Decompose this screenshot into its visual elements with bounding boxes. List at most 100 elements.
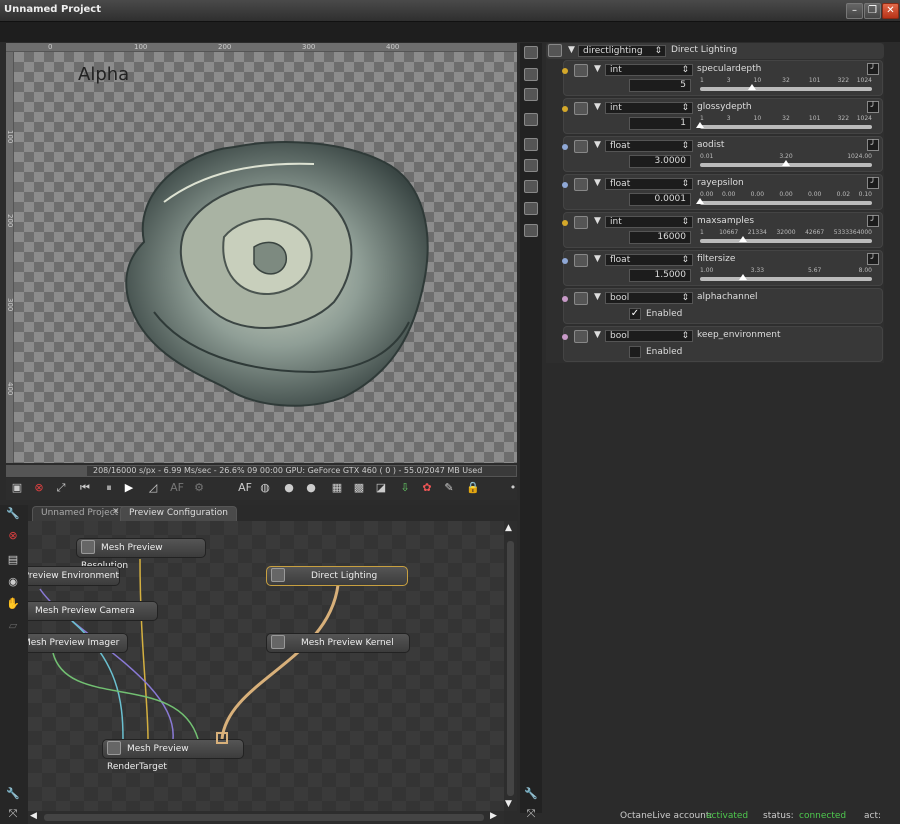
enabled-checkbox[interactable] [629,346,641,358]
param-value-field[interactable]: 16000 [629,231,691,244]
scroll-down-icon[interactable]: ▼ [505,799,512,809]
geometry-icon[interactable] [524,180,538,193]
param-slider[interactable] [700,160,872,167]
region-icon[interactable]: ◿ [146,481,160,495]
scroll-right-icon[interactable]: ▶ [490,811,497,821]
environment-icon[interactable] [524,202,538,215]
param-slider[interactable] [700,274,872,281]
kernel-icon[interactable] [524,224,538,237]
param-type-select[interactable]: int ⇕ [605,102,693,114]
wrench-icon[interactable]: 🔧 [6,507,20,521]
node-mesh-preview-camera[interactable]: Mesh Preview Camera [28,601,158,621]
stack-icon[interactable] [524,68,538,81]
slider-handle[interactable] [696,198,704,204]
node-direct-lighting[interactable]: Direct Lighting [266,566,408,586]
curve-icon[interactable]: ╯ [867,63,879,75]
node-inspector-icon[interactable] [524,46,538,59]
pause-icon[interactable]: ⏸ [102,481,116,495]
image-icon[interactable] [524,113,538,126]
color-icon[interactable]: ✿ [420,481,434,495]
material-icon[interactable] [524,138,538,151]
material-icon[interactable]: ● [282,481,296,495]
restart-icon[interactable]: ⏮ [78,481,92,495]
af-icon[interactable]: AF [238,481,252,495]
scroll-thumb[interactable] [507,541,514,796]
import-icon[interactable]: ⇩ [398,481,412,495]
param-value-field[interactable]: 0.0001 [629,193,691,206]
graph-horizontal-scrollbar[interactable]: ◀ ▶ [28,811,504,824]
close-tab-icon[interactable]: ✕ [112,507,120,517]
panel-icon[interactable] [524,159,538,172]
resize-icon[interactable]: ⤢ [54,481,68,495]
graph-vertical-scrollbar[interactable]: ▲ ▼ [504,521,517,811]
slider-handle[interactable] [739,236,747,242]
node-graph[interactable]: Mesh Preview Resolution Mesh Preview Env… [28,521,504,811]
node-icon[interactable]: ◉ [6,575,20,589]
param-type-select[interactable]: float ⇕ [605,178,693,190]
object-icon[interactable]: ● [304,481,318,495]
node-mesh-preview-resolution[interactable]: Mesh Preview Resolution [76,538,206,571]
render-canvas[interactable] [14,52,517,463]
camera-icon[interactable]: ◍ [258,481,272,495]
layers-icon[interactable] [524,88,538,101]
tab-preview-configuration[interactable]: Preview Configuration [120,506,237,521]
wrench-icon[interactable]: 🔧 [6,787,20,801]
scroll-thumb[interactable] [44,814,484,821]
scroll-left-icon[interactable]: ◀ [30,811,37,821]
curve-icon[interactable]: ╯ [867,139,879,151]
grid-icon[interactable]: ▦ [330,481,344,495]
slider-handle[interactable] [782,160,790,166]
collapse-icon[interactable]: ▼ [594,102,601,112]
param-value-field[interactable]: 3.0000 [629,155,691,168]
options-icon[interactable]: • [506,481,520,495]
play-icon[interactable]: ▶ [122,481,136,495]
collapse-icon[interactable]: ▼ [594,216,601,226]
fit-icon[interactable]: ⤧ [6,807,20,821]
minimize-icon[interactable]: – [846,3,863,19]
param-slider[interactable] [700,236,872,243]
node-type-select[interactable]: directlighting ⇕ [578,45,666,57]
param-slider[interactable] [696,122,872,129]
scroll-up-icon[interactable]: ▲ [505,523,512,533]
node-mesh-preview-imager[interactable]: Mesh Preview Imager [28,633,128,653]
param-type-select[interactable]: bool ⇕ [605,330,693,342]
param-type-select[interactable]: int ⇕ [605,216,693,228]
param-type-select[interactable]: float ⇕ [605,254,693,266]
param-type-select[interactable]: int ⇕ [605,64,693,76]
slider-handle[interactable] [696,122,704,128]
param-type-select[interactable]: bool ⇕ [605,292,693,304]
collapse-icon[interactable]: ▼ [594,292,601,302]
collapse-icon[interactable]: ▼ [568,45,575,55]
image-icon[interactable]: ▤ [6,553,20,567]
param-type-select[interactable]: float ⇕ [605,140,693,152]
param-value-field[interactable]: 5 [629,79,691,92]
autofocus-icon[interactable]: AF [170,481,184,495]
save-render-icon[interactable]: ▣ [10,481,24,495]
curve-icon[interactable]: ╯ [867,215,879,227]
wrench-icon[interactable]: 🔧 [524,787,538,801]
param-slider[interactable] [700,84,872,91]
collapse-icon[interactable]: ▼ [594,330,601,340]
layout-icon[interactable]: ▱ [6,619,20,633]
slider-handle[interactable] [747,84,756,90]
param-slider[interactable] [696,198,872,205]
curve-icon[interactable]: ╯ [867,177,879,189]
node-mesh-preview-environment[interactable]: Mesh Preview Environment [28,566,120,586]
curve-icon[interactable]: ╯ [867,253,879,265]
collapse-icon[interactable]: ▼ [594,254,601,264]
enabled-checkbox[interactable]: ✓ [629,308,641,320]
grab-icon[interactable]: ✋ [6,597,20,611]
checker-icon[interactable]: ▩ [352,481,366,495]
param-value-field[interactable]: 1.5000 [629,269,691,282]
node-mesh-preview-kernel[interactable]: Mesh Preview Kernel [266,633,410,653]
curve-icon[interactable]: ╯ [867,101,879,113]
param-value-field[interactable]: 1 [629,117,691,130]
clear-icon[interactable]: ⊗ [32,481,46,495]
collapse-icon[interactable]: ▼ [594,140,601,150]
fit-icon[interactable]: ⤧ [524,807,538,821]
collapse-icon[interactable]: ▼ [594,178,601,188]
alpha-icon[interactable]: ◪ [374,481,388,495]
slider-handle[interactable] [739,274,747,280]
delete-icon[interactable]: ⊗ [6,529,20,543]
collapse-icon[interactable]: ▼ [594,64,601,74]
